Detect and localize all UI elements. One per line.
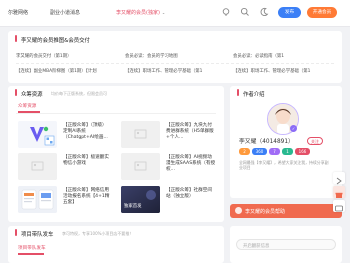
top-navigation-bar: 尔雅网络 副业小道消息 李又耀的会员(独家) ⌄ 发布 开通会员 <box>0 0 350 27</box>
follow-button[interactable]: 关注 <box>307 137 323 145</box>
vip-link-2[interactable]: 会员必读：会员的学习地图 <box>125 53 225 59</box>
section-marker <box>237 89 239 96</box>
open-membership-label: 开通会员 <box>312 10 332 15</box>
notification-icon[interactable] <box>220 6 232 18</box>
thumbnail-caption: 独家首发 <box>124 204 142 209</box>
chevron-down-icon: ⌄ <box>161 10 166 15</box>
search-icon[interactable] <box>239 6 251 18</box>
resources-card: 众筹资源 均价每下正版系统，但限会员可 众筹资源 【正版众筹】（顶级）定制AI系… <box>8 86 224 222</box>
resources-subtitle: 均价每下正版系统，但限会员可 <box>51 91 107 96</box>
author-bio: 全网最强【李又耀】，希望大家关注我，持续分享副业项目 <box>239 160 329 171</box>
divider <box>16 63 334 64</box>
column-card: 项目带队发车 李可特权，专享100%小项目店不要推！ 项目带队发车 <box>8 226 224 263</box>
nav-item-news[interactable]: 副业小道消息 <box>50 9 80 16</box>
vip-link-1[interactable]: 李又耀的会员交付（第1期） <box>16 53 116 59</box>
stat-badge: 360 <box>252 148 267 155</box>
section-marker <box>15 229 17 236</box>
stat-badge: 7 <box>269 148 280 155</box>
thumbnail-image <box>18 121 57 148</box>
stat-badge: 2 <box>239 148 250 155</box>
item-title: 【正版众筹】九块九付费进群系统（H5单群版+个人... <box>166 123 214 141</box>
search-card: 开启翻获信息 <box>230 226 342 263</box>
item-title: 【正版众筹】极速翻实物信小游戏 <box>63 155 109 167</box>
publish-label: 发布 <box>284 10 295 15</box>
vip-help-banner[interactable]: 李又耀的会员帮助 <box>230 204 342 218</box>
vip-link-5[interactable]: 【连续】职场工作、管理必学基础（第1 <box>125 68 225 74</box>
chat-icon[interactable] <box>333 200 345 212</box>
vip-link-4[interactable]: 【连续】副业MBA阶梯图（第1期）【计划 <box>16 68 116 74</box>
banner-icon <box>235 207 242 214</box>
nav-item-home[interactable]: 尔雅网络 <box>8 9 28 16</box>
floating-action-button[interactable] <box>333 172 345 185</box>
search-placeholder: 开启翻获信息 <box>243 243 270 249</box>
follow-label: 关注 <box>311 139 319 144</box>
column-subtitle: 李可特权，专享100%小项目店不要推！ <box>62 231 134 236</box>
open-membership-button[interactable]: 开通会员 <box>307 7 337 18</box>
banner-label: 李又耀的会员帮助 <box>245 209 286 215</box>
resources-title: 众筹资源 <box>21 92 43 98</box>
nav-item-vip-label: 李又耀的会员(独家) <box>116 10 160 16</box>
item-title: 【正版众筹】AI视频动漫生成SAAS系统（有授权... <box>166 155 216 173</box>
thumbnail-image <box>121 121 160 148</box>
vip-link-6[interactable]: 【连续】职场工作、管理必学基础（第1 <box>233 68 333 74</box>
thumbnail-image <box>121 153 160 180</box>
tab-underline <box>18 253 44 255</box>
dark-mode-icon[interactable] <box>258 6 270 18</box>
tab-project-column[interactable]: 项目带队发车 <box>18 245 46 251</box>
vip-link-3[interactable]: 会员必读：必读指南（第1 <box>233 53 333 59</box>
search-input[interactable]: 开启翻获信息 <box>236 239 336 250</box>
tab-resources[interactable]: 众筹资源 <box>18 103 36 109</box>
thumbnail-image <box>18 186 57 213</box>
vip-links-card: 李又耀的会员推图&会员交付 李又耀的会员交付（第1期） 会员必读：会员的学习地图… <box>8 31 342 83</box>
nav-item-vip[interactable]: 李又耀的会员(独家) ⌄ <box>116 9 165 16</box>
thumbnail-image: 独家首发 <box>121 186 160 213</box>
section-marker <box>15 35 17 42</box>
divider <box>16 113 216 114</box>
item-title: 【正版众筹】（顶级）定制AI系统（Chatgpt+AI绘画... <box>63 123 108 141</box>
gift-icon[interactable] <box>333 186 345 198</box>
vip-links-title: 李又耀的会员推图&会员交付 <box>21 38 90 44</box>
item-title: 【正版众筹】社群空间站（独立版） <box>166 188 212 200</box>
column-title: 项目带队发车 <box>21 232 54 238</box>
author-name[interactable]: 李又耀（4014891） <box>239 136 294 145</box>
author-card: 作者介绍 ✓ 李又耀（4014891） 关注 2 360 7 1 166 全网最… <box>230 86 342 198</box>
verified-badge-icon: ✓ <box>290 125 297 132</box>
thumbnail-image <box>18 153 57 180</box>
item-title: 【正版众筹】网络信用活动报名系统【4+1精五套】 <box>63 188 110 206</box>
stat-badge: 166 <box>295 148 310 155</box>
publish-button[interactable]: 发布 <box>278 7 301 18</box>
author-section-title: 作者介绍 <box>243 92 265 98</box>
section-marker <box>15 89 17 96</box>
stat-badge: 1 <box>282 148 293 155</box>
